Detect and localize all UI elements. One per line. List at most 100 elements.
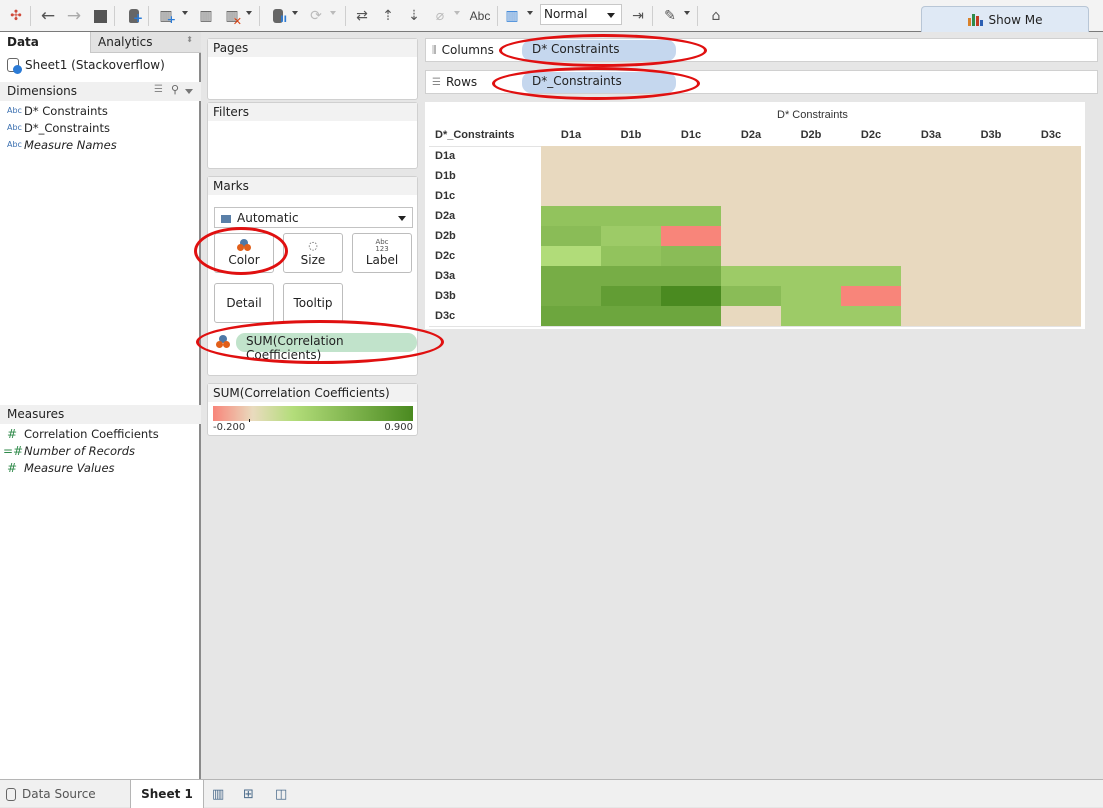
heatmap-cell[interactable] <box>661 186 721 206</box>
heatmap-cell[interactable] <box>661 166 721 186</box>
heatmap-cell[interactable] <box>1021 226 1081 246</box>
column-header[interactable]: D2a <box>721 129 781 141</box>
heatmap-cell[interactable] <box>961 186 1021 206</box>
new-worksheet-icon[interactable]: ▥ + <box>156 6 176 26</box>
dimension-field[interactable]: Abc D* Constraints <box>0 102 200 119</box>
new-dashboard-icon[interactable]: ⊞ <box>243 780 254 808</box>
fit-dropdown[interactable]: Normal <box>540 4 622 25</box>
show-me-button[interactable]: Show Me <box>921 6 1089 32</box>
heatmap-cell[interactable] <box>841 306 901 326</box>
heatmap-cell[interactable] <box>1021 166 1081 186</box>
row-field-title[interactable]: D*_Constraints <box>435 129 514 141</box>
mark-type-dropdown[interactable]: Automatic <box>214 207 413 228</box>
dimension-field[interactable]: Abc Measure Names <box>0 136 200 153</box>
heatmap-cell[interactable] <box>721 186 781 206</box>
heatmap-cell[interactable] <box>661 246 721 266</box>
new-worksheet-icon[interactable]: ▥ <box>212 780 224 808</box>
forward-arrow-icon[interactable]: → <box>64 6 84 26</box>
heatmap-cell[interactable] <box>901 306 961 326</box>
heatmap-cell[interactable] <box>961 206 1021 226</box>
clear-sheet-icon[interactable]: ▥ ✕ <box>222 6 242 28</box>
heatmap-cell[interactable] <box>961 286 1021 306</box>
heatmap-cell[interactable] <box>541 206 601 226</box>
pages-card[interactable]: Pages <box>207 38 418 100</box>
heatmap-cell[interactable] <box>841 206 901 226</box>
pause-updates-icon[interactable]: II <box>268 6 288 26</box>
back-arrow-icon[interactable]: ← <box>38 6 58 26</box>
measure-field[interactable]: # Measure Values <box>0 459 200 476</box>
measure-field[interactable]: # Correlation Coefficients <box>0 425 200 442</box>
rows-pill[interactable]: D*_Constraints <box>522 72 676 93</box>
heatmap-cell[interactable] <box>721 166 781 186</box>
detail-button[interactable]: Detail <box>214 283 274 323</box>
tab-scroll-icon[interactable]: ⬍ <box>186 35 193 44</box>
sort-ascending-icon[interactable]: ⇡ <box>378 6 398 26</box>
row-header[interactable]: D3a <box>435 270 455 282</box>
heatmap-cell[interactable] <box>841 166 901 186</box>
heatmap-cell[interactable] <box>721 286 781 306</box>
heatmap-cell[interactable] <box>841 246 901 266</box>
heatmap-cell[interactable] <box>901 166 961 186</box>
tab-data[interactable]: Data <box>0 32 90 53</box>
presentation-mode-icon[interactable]: ⌂ <box>706 6 726 26</box>
heatmap-cell[interactable] <box>601 206 661 226</box>
tab-analytics[interactable]: Analytics ⬍ <box>90 32 201 53</box>
heatmap-cell[interactable] <box>541 306 601 326</box>
refresh-icon[interactable]: ⟳ <box>306 6 326 26</box>
heatmap-cell[interactable] <box>781 246 841 266</box>
heatmap-cell[interactable] <box>541 146 601 166</box>
tooltip-pen-icon[interactable]: ✎ <box>660 6 680 26</box>
filters-card[interactable]: Filters <box>207 102 418 169</box>
heatmap-cell[interactable] <box>961 166 1021 186</box>
heatmap-cell[interactable] <box>841 146 901 166</box>
column-header[interactable]: D3c <box>1021 129 1081 141</box>
new-data-source-icon[interactable]: + <box>124 6 144 26</box>
heatmap-cell[interactable] <box>601 246 661 266</box>
highlight-icon[interactable]: ⌀ <box>430 6 450 26</box>
heatmap-cell[interactable] <box>541 246 601 266</box>
swap-rows-columns-icon[interactable]: ⇄ <box>352 6 372 26</box>
sort-descending-icon[interactable]: ⇣ <box>404 6 424 26</box>
heatmap-cell[interactable] <box>841 226 901 246</box>
heatmap-cell[interactable] <box>541 286 601 306</box>
heatmap-cell[interactable] <box>661 226 721 246</box>
heatmap-cell[interactable] <box>781 286 841 306</box>
heatmap-cell[interactable] <box>961 266 1021 286</box>
column-header[interactable]: D2c <box>841 129 901 141</box>
fix-axes-icon[interactable]: ⇥ <box>628 6 648 26</box>
dimension-field[interactable]: Abc D*_Constraints <box>0 119 200 136</box>
heatmap-cell[interactable] <box>1021 286 1081 306</box>
row-header[interactable]: D1c <box>435 190 455 202</box>
heatmap-cell[interactable] <box>961 226 1021 246</box>
heatmap-cell[interactable] <box>781 226 841 246</box>
heatmap-cell[interactable] <box>901 246 961 266</box>
heatmap-cell[interactable] <box>961 306 1021 326</box>
column-header[interactable]: D1c <box>661 129 721 141</box>
heatmap-cell[interactable] <box>781 266 841 286</box>
heatmap-cell[interactable] <box>781 146 841 166</box>
view-list-icon[interactable]: ☰ <box>154 84 163 95</box>
heatmap-cell[interactable] <box>661 306 721 326</box>
heatmap-cell[interactable] <box>901 226 961 246</box>
heatmap-cell[interactable] <box>721 306 781 326</box>
legend-gradient[interactable] <box>213 406 413 421</box>
rows-shelf[interactable]: ☰ Rows D*_Constraints <box>425 70 1098 94</box>
heatmap-cell[interactable] <box>601 186 661 206</box>
search-icon[interactable]: ⚲ <box>171 83 179 96</box>
label-button[interactable]: Abc 123 Label <box>352 233 412 273</box>
measure-field[interactable]: =# Number of Records <box>0 442 200 459</box>
tooltip-button[interactable]: Tooltip <box>283 283 343 323</box>
save-icon[interactable] <box>90 6 110 26</box>
row-header[interactable]: D2a <box>435 210 455 222</box>
heatmap-cell[interactable] <box>901 186 961 206</box>
heatmap-cell[interactable] <box>961 146 1021 166</box>
heatmap-cell[interactable] <box>841 286 901 306</box>
heatmap-cell[interactable] <box>961 246 1021 266</box>
color-button[interactable]: Color <box>214 233 274 273</box>
heatmap-cell[interactable] <box>841 186 901 206</box>
heatmap-cell[interactable] <box>661 206 721 226</box>
heatmap-cell[interactable] <box>661 286 721 306</box>
heatmap-cell[interactable] <box>601 266 661 286</box>
heatmap-cell[interactable] <box>1021 206 1081 226</box>
heatmap-cell[interactable] <box>721 146 781 166</box>
